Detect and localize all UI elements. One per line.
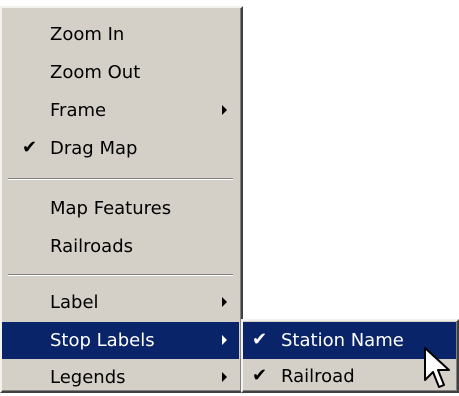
menu-item-zoom-out[interactable]: Zoom Out (2, 54, 239, 91)
menu-item-label: Zoom In (50, 24, 125, 45)
menu-item-label: Frame (50, 100, 107, 121)
menu-item-label: Railroad (281, 366, 355, 387)
menu-item-label: Legends (50, 367, 126, 388)
menu-item-label: Railroads (50, 236, 133, 257)
menu-item-label: Stop Labels (50, 330, 155, 351)
menu-item-stop-labels[interactable]: Stop Labels (2, 322, 239, 359)
menu-item-label: Label (50, 292, 99, 313)
arrow-cursor-icon (424, 347, 450, 388)
menu-item-label: Drag Map (50, 138, 138, 159)
menu-separator (8, 178, 233, 180)
checkmark-icon: ✔ (252, 365, 268, 386)
menu-item-frame[interactable]: Frame (2, 92, 239, 129)
menu-separator (8, 274, 233, 276)
checkmark-icon: ✔ (252, 329, 268, 350)
menu-item-railroads[interactable]: Railroads (2, 228, 239, 265)
submenu-arrow-icon (222, 105, 227, 115)
menu-item-label: Map Features (50, 198, 172, 219)
context-menu: Zoom In Zoom Out Frame ✔ Drag Map Map Fe… (0, 6, 243, 393)
menu-item-legends[interactable]: Legends (2, 359, 239, 396)
menu-item-drag-map[interactable]: ✔ Drag Map (2, 130, 239, 167)
menu-item-label: Zoom Out (50, 62, 141, 83)
submenu-arrow-icon (222, 372, 227, 382)
menu-item-label: Station Name (281, 330, 404, 351)
checkmark-icon: ✔ (22, 137, 38, 158)
menu-item-label-submenu[interactable]: Label (2, 284, 239, 321)
menu-item-map-features[interactable]: Map Features (2, 190, 239, 227)
submenu-arrow-icon (222, 297, 227, 307)
menu-item-zoom-in[interactable]: Zoom In (2, 16, 239, 53)
submenu-arrow-icon (222, 335, 227, 345)
